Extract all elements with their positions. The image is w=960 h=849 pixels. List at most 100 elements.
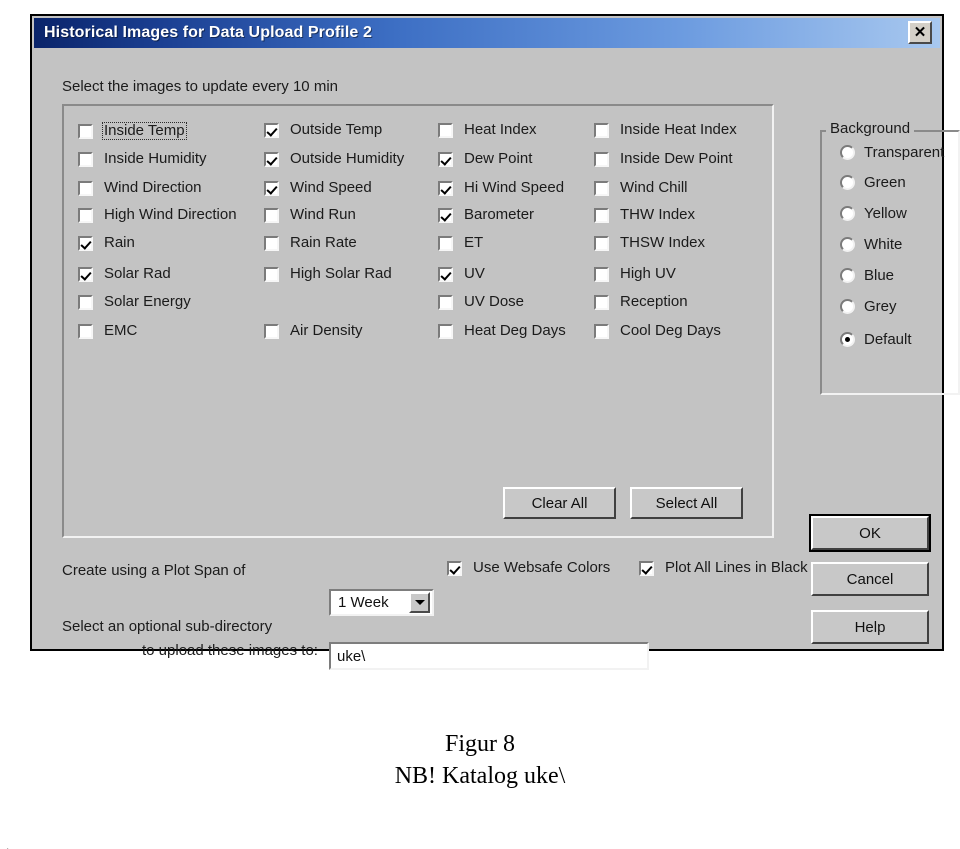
checkbox-cool-deg-days[interactable] (594, 323, 609, 339)
checkbox-label: Rain Rate (290, 234, 357, 251)
checkbox-heat-deg-days[interactable] (438, 323, 453, 339)
radio-green[interactable] (840, 175, 855, 190)
checkbox-row[interactable]: ET (438, 235, 485, 251)
radio-yellow[interactable] (840, 206, 855, 221)
checkbox-row[interactable]: Heat Index (438, 122, 539, 138)
checkbox-row[interactable]: UV Dose (438, 294, 526, 310)
checkbox-thsw-index[interactable] (594, 235, 609, 251)
checkbox-row[interactable]: THW Index (594, 207, 697, 223)
radio-white[interactable] (840, 237, 855, 252)
websafe-colors-checkbox[interactable] (447, 560, 462, 576)
checkbox-heat-index[interactable] (438, 122, 453, 138)
ok-button[interactable]: OK (811, 516, 929, 550)
checkbox-row[interactable]: Wind Run (264, 207, 358, 223)
checkbox-outside-temp[interactable] (264, 122, 279, 138)
radio-label: Transparent (864, 144, 945, 161)
checkbox-hi-wind-speed[interactable] (438, 180, 453, 196)
checkbox-solar-energy[interactable] (78, 294, 93, 310)
checkbox-row[interactable]: Inside Dew Point (594, 151, 735, 167)
checkbox-outside-humidity[interactable] (264, 151, 279, 167)
checkbox-uv[interactable] (438, 266, 453, 282)
radio-transparent[interactable] (840, 145, 855, 160)
checkbox-label: Solar Rad (104, 265, 171, 282)
checkbox-solar-rad[interactable] (78, 266, 93, 282)
background-groupbox (820, 130, 960, 395)
checkbox-row[interactable]: High Solar Rad (264, 266, 394, 282)
clear-all-button[interactable]: Clear All (503, 487, 616, 519)
checkbox-row[interactable]: High Wind Direction (78, 207, 239, 223)
checkbox-row[interactable]: High UV (594, 266, 678, 282)
checkbox-row[interactable]: Outside Humidity (264, 151, 406, 167)
websafe-colors-label: Use Websafe Colors (473, 559, 611, 576)
checkbox-thw-index[interactable] (594, 207, 609, 223)
radio-grey[interactable] (840, 299, 855, 314)
checkbox-barometer[interactable] (438, 207, 453, 223)
help-button[interactable]: Help (811, 610, 929, 644)
checkbox-wind-chill[interactable] (594, 180, 609, 196)
checkbox-high-uv[interactable] (594, 266, 609, 282)
radio-row[interactable]: Transparent (840, 144, 944, 161)
radio-blue[interactable] (840, 268, 855, 283)
checkbox-row[interactable]: Wind Chill (594, 180, 690, 196)
checkbox-high-wind-direction[interactable] (78, 207, 93, 223)
checkbox-air-density[interactable] (264, 323, 279, 339)
radio-row[interactable]: White (840, 236, 902, 253)
checkbox-row[interactable]: UV (438, 266, 487, 282)
checkbox-row[interactable]: Dew Point (438, 151, 534, 167)
checkbox-row[interactable]: Rain (78, 235, 137, 251)
checkbox-wind-run[interactable] (264, 207, 279, 223)
radio-row[interactable]: Green (840, 174, 906, 191)
radio-row[interactable]: Grey (840, 298, 897, 315)
select-all-button[interactable]: Select All (630, 487, 743, 519)
checkbox-label: THW Index (620, 206, 696, 223)
checkbox-row[interactable]: Wind Speed (264, 180, 374, 196)
checkbox-uv-dose[interactable] (438, 294, 453, 310)
checkbox-et[interactable] (438, 235, 453, 251)
checkbox-row[interactable]: Outside Temp (264, 122, 384, 138)
checkbox-row[interactable]: Solar Energy (78, 294, 193, 310)
checkbox-row[interactable]: Hi Wind Speed (438, 180, 566, 196)
checkbox-emc[interactable] (78, 323, 93, 339)
checkbox-row[interactable]: Air Density (264, 323, 365, 339)
checkbox-inside-humidity[interactable] (78, 151, 93, 167)
checkbox-row[interactable]: Heat Deg Days (438, 323, 568, 339)
radio-label: White (864, 236, 903, 253)
black-lines-checkbox-row[interactable]: Plot All Lines in Black (639, 560, 810, 576)
checkbox-rain[interactable] (78, 235, 93, 251)
checkbox-inside-dew-point[interactable] (594, 151, 609, 167)
checkbox-wind-speed[interactable] (264, 180, 279, 196)
close-icon[interactable]: ✕ (908, 21, 932, 44)
checkbox-high-solar-rad[interactable] (264, 266, 279, 282)
checkbox-rain-rate[interactable] (264, 235, 279, 251)
radio-default[interactable] (840, 332, 855, 347)
dialog-window: Historical Images for Data Upload Profil… (30, 14, 960, 670)
checkbox-reception[interactable] (594, 294, 609, 310)
chevron-down-icon[interactable] (409, 592, 430, 613)
checkbox-row[interactable]: EMC (78, 323, 139, 339)
checkbox-row[interactable]: Reception (594, 294, 690, 310)
checkbox-wind-direction[interactable] (78, 180, 93, 196)
radio-row[interactable]: Blue (840, 267, 894, 284)
subdirectory-input[interactable]: uke\ (329, 642, 649, 670)
checkbox-row[interactable]: Wind Direction (78, 180, 204, 196)
checkbox-inside-temp[interactable] (78, 123, 93, 139)
checkbox-row[interactable]: Rain Rate (264, 235, 359, 251)
plot-span-dropdown[interactable]: 1 Week (329, 589, 434, 616)
black-lines-checkbox[interactable] (639, 560, 654, 576)
cancel-button[interactable]: Cancel (811, 562, 929, 596)
checkbox-row[interactable]: Inside Heat Index (594, 122, 739, 138)
checkbox-row[interactable]: Cool Deg Days (594, 323, 723, 339)
checkbox-dew-point[interactable] (438, 151, 453, 167)
radio-row[interactable]: Yellow (840, 205, 907, 222)
checkbox-inside-heat-index[interactable] (594, 122, 609, 138)
checkbox-row[interactable]: Inside Humidity (78, 151, 209, 167)
checkbox-row[interactable]: Barometer (438, 207, 536, 223)
radio-row[interactable]: Default (840, 331, 912, 348)
checkbox-row[interactable]: Solar Rad (78, 266, 173, 282)
checkbox-label: Rain (104, 234, 135, 251)
subdirectory-label-line2: to upload these images to: (142, 642, 318, 659)
checkbox-row[interactable]: THSW Index (594, 235, 707, 251)
checkbox-label: High UV (620, 265, 676, 282)
websafe-colors-checkbox-row[interactable]: Use Websafe Colors (447, 560, 612, 576)
checkbox-row[interactable]: Inside Temp (78, 122, 187, 140)
